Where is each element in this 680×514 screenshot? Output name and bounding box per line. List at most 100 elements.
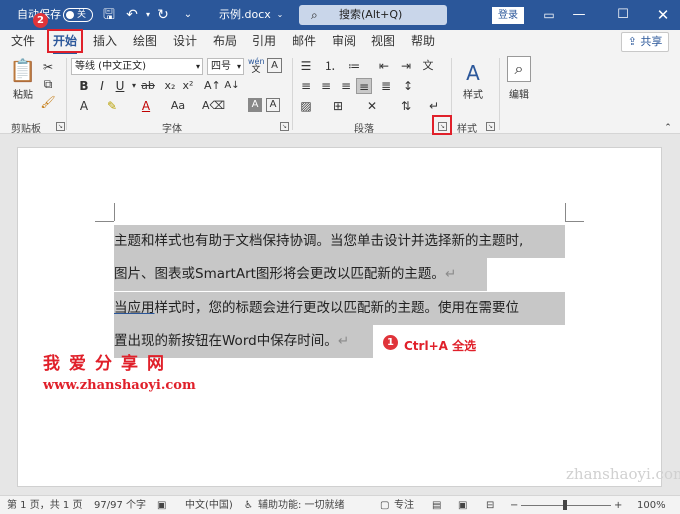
numbering-icon[interactable]: ⒈ bbox=[322, 58, 338, 74]
asian-layout-icon[interactable]: ✕ bbox=[364, 98, 380, 114]
document-filename: 示例.docx bbox=[219, 8, 271, 21]
font-size-dropdown[interactable]: 四号 ▾ bbox=[207, 58, 244, 75]
clipboard-launcher-icon[interactable]: ↘ bbox=[56, 122, 65, 131]
read-mode-icon[interactable]: ▤ bbox=[432, 496, 441, 514]
zoom-out-icon[interactable]: − bbox=[510, 496, 518, 514]
styles-label: 样式 bbox=[463, 90, 483, 101]
maximize-icon[interactable]: ☐ bbox=[608, 0, 638, 30]
chevron-down-icon: ▾ bbox=[236, 62, 241, 71]
shading-icon[interactable]: ▨ bbox=[298, 98, 314, 114]
styles-button[interactable]: A 样式 bbox=[457, 60, 489, 101]
zoom-slider-thumb[interactable] bbox=[563, 500, 567, 510]
strikethrough-icon[interactable]: ab bbox=[140, 78, 156, 94]
tab-layout[interactable]: 布局 bbox=[213, 30, 237, 54]
multilevel-list-icon[interactable]: ≔ bbox=[346, 58, 362, 74]
chinese-layout-icon[interactable]: 文 bbox=[420, 58, 436, 74]
editing-button[interactable]: ⌕ 编辑 bbox=[503, 56, 535, 101]
subscript-icon[interactable]: x₂ bbox=[162, 78, 178, 94]
focus-mode[interactable]: 专注 bbox=[394, 496, 414, 514]
line-text: 主题和样式也有助于文档保持协调。当您单击设计并选择新的主题时, bbox=[114, 233, 524, 249]
tab-references[interactable]: 引用 bbox=[252, 30, 276, 54]
login-button[interactable]: 登录 bbox=[492, 7, 524, 24]
undo-icon[interactable]: ↶ bbox=[124, 7, 140, 23]
zoom-in-icon[interactable]: + bbox=[614, 496, 622, 514]
text-effects-icon[interactable]: A bbox=[76, 98, 92, 114]
clear-format-icon[interactable]: A⌫ bbox=[202, 98, 225, 114]
ribbon-display-icon[interactable]: ▭ bbox=[534, 0, 564, 30]
grow-font-icon[interactable]: A↑ bbox=[204, 78, 221, 94]
language-status[interactable]: 中文(中国) bbox=[185, 496, 233, 514]
shrink-font-icon[interactable]: A↓ bbox=[224, 78, 240, 94]
italic-icon[interactable]: I bbox=[94, 78, 110, 94]
align-left-icon[interactable]: ≡ bbox=[298, 78, 314, 94]
filename-dropdown-icon[interactable]: ⌄ bbox=[272, 7, 288, 23]
watermark-text: zhanshaoyi.com bbox=[566, 465, 680, 483]
font-color-icon[interactable]: A bbox=[138, 98, 154, 114]
tab-review[interactable]: 审阅 bbox=[332, 30, 356, 54]
word-count[interactable]: 97/97 个字 bbox=[94, 496, 146, 514]
justify-icon[interactable]: ≡ bbox=[356, 78, 372, 94]
underlined-text: 当应用 bbox=[114, 300, 155, 316]
group-divider bbox=[499, 58, 500, 130]
autosave-toggle[interactable]: 关 bbox=[63, 8, 93, 22]
tab-design[interactable]: 设计 bbox=[173, 30, 197, 54]
character-shading-icon[interactable]: A bbox=[248, 98, 262, 112]
zoom-level[interactable]: 100% bbox=[637, 496, 666, 514]
print-layout-icon[interactable]: ▣ bbox=[458, 496, 467, 514]
increase-indent-icon[interactable]: ⇥ bbox=[398, 58, 414, 74]
tab-file[interactable]: 文件 bbox=[11, 30, 35, 54]
paste-button[interactable]: 📋 粘贴 bbox=[6, 58, 40, 101]
search-placeholder: 搜索(Alt+Q) bbox=[339, 8, 403, 21]
show-formatting-icon[interactable]: ↵ bbox=[426, 98, 442, 114]
tab-draw[interactable]: 绘图 bbox=[133, 30, 157, 54]
sort-icon[interactable]: ⇅ bbox=[398, 98, 414, 114]
page-count[interactable]: 第 1 页，共 1 页 bbox=[7, 496, 82, 514]
accessibility-status[interactable]: 辅助功能: 一切就绪 bbox=[258, 496, 345, 514]
line-spacing-icon[interactable]: ↕ bbox=[400, 78, 416, 94]
cut-icon[interactable]: ✂ bbox=[40, 59, 56, 75]
borders-icon[interactable]: ⊞ bbox=[330, 98, 346, 114]
highlight-color-icon[interactable]: ✎ bbox=[104, 98, 120, 114]
decrease-indent-icon[interactable]: ⇤ bbox=[376, 58, 392, 74]
align-center-icon[interactable]: ≡ bbox=[318, 78, 334, 94]
search-icon: ⌕ bbox=[311, 8, 318, 22]
distribute-icon[interactable]: ≣ bbox=[378, 78, 394, 94]
share-icon: ⇪ bbox=[627, 35, 641, 48]
ribbon-tab-bar: 文件 开始 插入 绘图 设计 布局 引用 邮件 审阅 视图 帮助 ⇪ 共享 bbox=[0, 30, 680, 54]
customize-toolbar-icon[interactable]: ⌄ bbox=[180, 7, 196, 23]
change-case-icon[interactable]: Aa bbox=[170, 98, 186, 114]
character-border-icon[interactable]: A bbox=[266, 98, 280, 112]
styles-launcher-icon[interactable]: ↘ bbox=[486, 122, 495, 131]
crop-mark bbox=[114, 203, 115, 221]
tab-mailings[interactable]: 邮件 bbox=[292, 30, 316, 54]
superscript-icon[interactable]: x² bbox=[180, 78, 196, 94]
close-icon[interactable]: ✕ bbox=[648, 0, 678, 30]
tab-insert[interactable]: 插入 bbox=[93, 30, 117, 54]
redo-icon[interactable]: ↻ bbox=[155, 7, 171, 23]
save-icon[interactable]: 🖫 bbox=[101, 7, 117, 23]
align-right-icon[interactable]: ≡ bbox=[338, 78, 354, 94]
collapse-ribbon-icon[interactable]: ⌃ bbox=[660, 120, 676, 136]
search-box[interactable]: ⌕ 搜索(Alt+Q) bbox=[299, 5, 447, 25]
bold-icon[interactable]: B bbox=[76, 78, 92, 94]
line-text: 图片、图表或SmartArt图形将会更改以匹配新的主题。 bbox=[114, 266, 445, 282]
web-layout-icon[interactable]: ⊟ bbox=[486, 496, 494, 514]
copy-icon[interactable]: ⧉ bbox=[40, 76, 56, 92]
document-line-1[interactable]: 主题和样式也有助于文档保持协调。当您单击设计并选择新的主题时, bbox=[114, 225, 565, 258]
format-painter-icon[interactable]: 🖌 bbox=[40, 94, 56, 110]
tab-view[interactable]: 视图 bbox=[371, 30, 395, 54]
minimize-icon[interactable]: — bbox=[564, 0, 594, 30]
document-line-3[interactable]: 当应用样式时，您的标题会进行更改以匹配新的主题。使用在需要位 bbox=[114, 292, 565, 325]
tab-help[interactable]: 帮助 bbox=[411, 30, 435, 54]
paragraph-mark: ↵ bbox=[444, 266, 457, 282]
document-line-2[interactable]: 图片、图表或SmartArt图形将会更改以匹配新的主题。↵ bbox=[114, 258, 487, 291]
title-bar: 自动保存 关 🖫 ↶ ▾ ↻ ⌄ 示例.docx ⌄ ⌕ 搜索(Alt+Q) 登… bbox=[0, 0, 680, 30]
spell-check-icon[interactable]: ▣ bbox=[157, 496, 166, 514]
undo-dropdown-icon[interactable]: ▾ bbox=[140, 7, 156, 23]
share-button[interactable]: ⇪ 共享 bbox=[621, 32, 669, 52]
phonetic-guide-icon[interactable]: wén 文 bbox=[248, 58, 265, 75]
bullets-icon[interactable]: ☰ bbox=[298, 58, 314, 74]
font-launcher-icon[interactable]: ↘ bbox=[280, 122, 289, 131]
font-name-dropdown[interactable]: 等线 (中文正文) ▾ bbox=[71, 58, 203, 75]
enclose-characters-icon[interactable]: A bbox=[267, 58, 282, 73]
